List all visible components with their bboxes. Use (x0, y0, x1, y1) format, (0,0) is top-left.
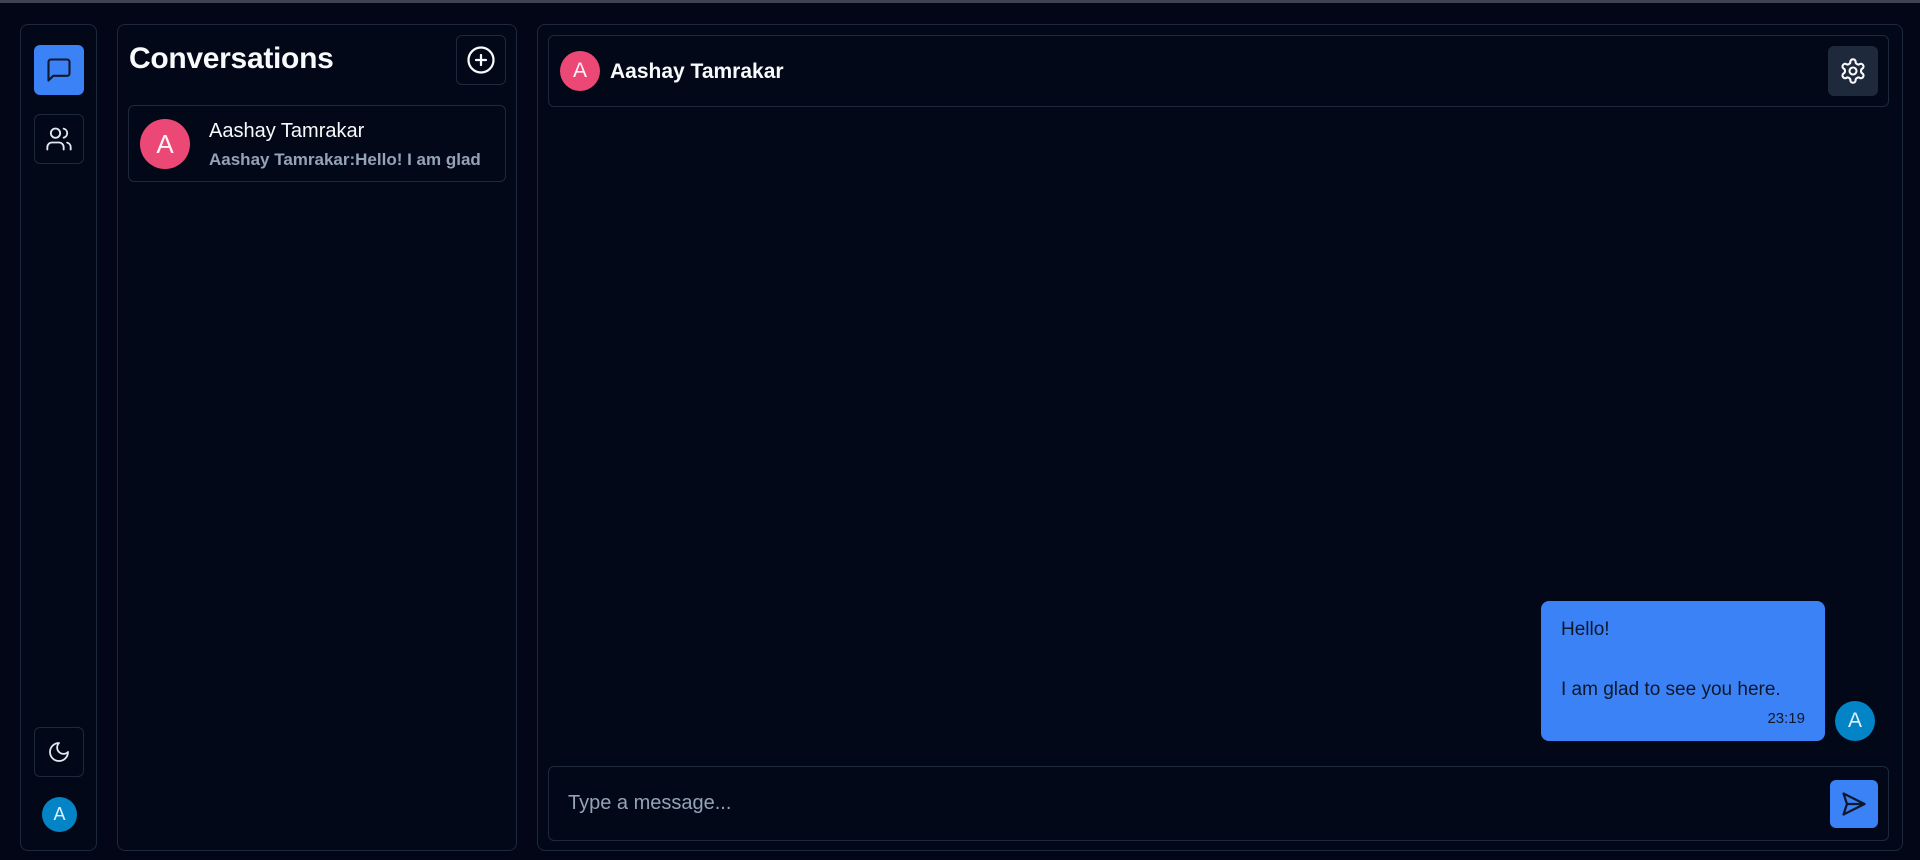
message-text: I am glad to see you here. (1561, 679, 1781, 700)
avatar: A (560, 51, 600, 91)
conversations-panel: Conversations A Aashay Tamrakar Aashay T… (117, 24, 517, 851)
conversations-title: Conversations (129, 42, 334, 75)
conversation-name: Aashay Tamrakar (209, 120, 365, 142)
message-input[interactable] (550, 768, 1800, 839)
avatar: A (1835, 701, 1875, 741)
chat-panel: A Aashay Tamrakar Hello! I am glad to se… (537, 24, 1903, 851)
moon-icon (47, 740, 71, 764)
message-text: Hello! (1561, 619, 1610, 640)
message-composer (548, 766, 1889, 841)
nav-rail: A (20, 24, 97, 851)
chat-header: A Aashay Tamrakar (548, 35, 1889, 107)
avatar: A (140, 119, 190, 169)
chat-contact-name: Aashay Tamrakar (610, 60, 784, 83)
gear-icon (1839, 57, 1867, 85)
nav-chats-button[interactable] (34, 45, 84, 95)
conversation-preview: Aashay Tamrakar:Hello! I am glad (209, 150, 481, 169)
nav-contacts-button[interactable] (34, 114, 84, 164)
theme-toggle-button[interactable] (34, 727, 84, 777)
send-icon (1840, 790, 1868, 818)
window-top-border (0, 0, 1920, 3)
chat-settings-button[interactable] (1828, 46, 1878, 96)
users-icon (45, 125, 73, 153)
message-bubble: Hello! I am glad to see you here. 23:19 (1541, 601, 1825, 741)
send-button[interactable] (1830, 780, 1878, 828)
new-conversation-button[interactable] (456, 35, 506, 85)
plus-circle-icon (466, 45, 496, 75)
message-square-icon (45, 56, 73, 84)
conversation-item[interactable]: A Aashay Tamrakar Aashay Tamrakar:Hello!… (128, 105, 506, 182)
user-avatar[interactable]: A (42, 797, 77, 832)
message-timestamp: 23:19 (1767, 710, 1805, 727)
